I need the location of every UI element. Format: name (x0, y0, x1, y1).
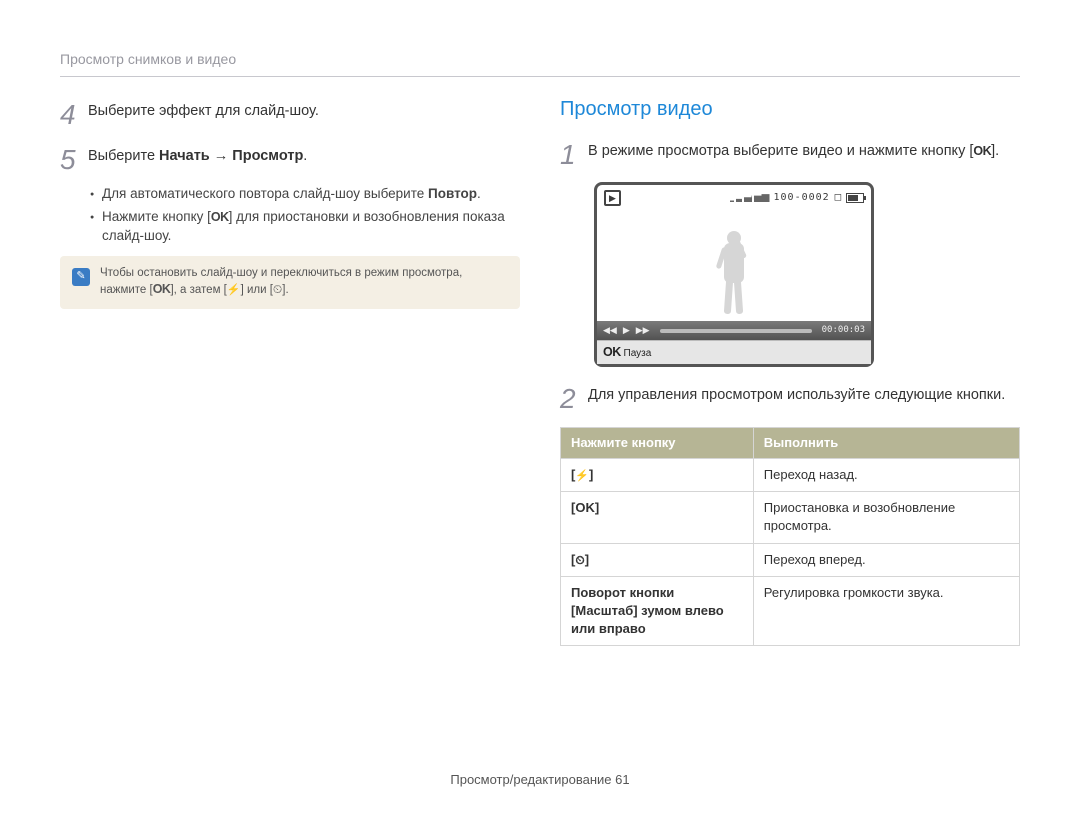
left-column: 4 Выберите эффект для слайд-шоу. 5 Выбер… (60, 95, 520, 647)
preview-top-bar: ▶ 100-0002 ◻ (597, 185, 871, 212)
note-text: Чтобы остановить слайд-шоу и переключить… (100, 266, 462, 299)
frame-counter: 100-0002 (774, 191, 830, 205)
sub-item: Нажмите кнопку [OK] для приостановки и в… (90, 208, 520, 246)
step-1: 1 В режиме просмотра выберите видео и на… (560, 135, 1020, 174)
lock-icon: ◻ (834, 191, 842, 205)
silhouette-icon (713, 231, 755, 321)
document-page: Просмотр снимков и видео 4 Выберите эффе… (0, 0, 1080, 815)
rewind-icon: ◀◀ (603, 324, 617, 337)
elapsed-time: 00:00:03 (822, 324, 865, 337)
progress-track (660, 329, 812, 333)
table-row: [] Переход назад. (561, 458, 1020, 491)
step-number: 2 (560, 379, 588, 418)
table-row: Поворот кнопки [Масштаб] зумом влево или… (561, 576, 1020, 646)
flash-icon (227, 284, 241, 296)
preview-body (597, 211, 871, 321)
page-footer: Просмотр/редактирование 61 (0, 771, 1080, 789)
action-cell: Приостановка и возобновление просмотра. (753, 492, 1019, 543)
preview-footer: OK Пауза (597, 340, 871, 365)
step-5: 5 Выберите Начать → Просмотр. (60, 140, 520, 179)
step-4: 4 Выберите эффект для слайд-шоу. (60, 95, 520, 134)
button-cell: Поворот кнопки [Масштаб] зумом влево или… (561, 576, 754, 646)
play-mode-icon: ▶ (604, 190, 621, 207)
table-row: [OK] Приостановка и возобновление просмо… (561, 492, 1020, 543)
battery-icon (846, 193, 864, 203)
sub-item: Для автоматического повтора слайд-шоу вы… (90, 185, 520, 204)
fastforward-icon: ▶▶ (636, 324, 650, 337)
note-box: ✎ Чтобы остановить слайд-шоу и переключи… (60, 256, 520, 309)
flash-icon (575, 467, 589, 482)
page-header: Просмотр снимков и видео (60, 50, 1020, 77)
step-5-sublist: Для автоматического повтора слайд-шоу вы… (60, 185, 520, 246)
button-cell: [OK] (561, 492, 754, 543)
preview-progress-bar: ◀◀ ▶ ▶▶ 00:00:03 (597, 321, 871, 340)
signal-icon (730, 194, 770, 202)
video-preview-screen: ▶ 100-0002 ◻ ◀◀ ▶ ▶▶ 00:0 (594, 182, 874, 368)
button-cell: [] (561, 458, 754, 491)
right-column: Просмотр видео 1 В режиме просмотра выбе… (560, 95, 1020, 647)
table-header: Нажмите кнопку (561, 427, 754, 458)
info-icon: ✎ (72, 268, 90, 286)
table-header: Выполнить (753, 427, 1019, 458)
step-number: 4 (60, 95, 88, 134)
action-cell: Переход вперед. (753, 543, 1019, 576)
action-cell: Переход назад. (753, 458, 1019, 491)
step-number: 5 (60, 140, 88, 179)
timer-icon (273, 284, 282, 296)
step-text: Выберите Начать → Просмотр. (88, 140, 307, 166)
page-number: 61 (615, 772, 629, 787)
button-cell: [] (561, 543, 754, 576)
timer-icon (575, 552, 584, 567)
controls-table: Нажмите кнопку Выполнить [] Переход наза… (560, 427, 1020, 647)
content-columns: 4 Выберите эффект для слайд-шоу. 5 Выбер… (60, 95, 1020, 647)
action-cell: Регулировка громкости звука. (753, 576, 1019, 646)
play-icon: ▶ (623, 324, 630, 337)
step-text: Для управления просмотром используйте сл… (588, 379, 1005, 405)
step-number: 1 (560, 135, 588, 174)
step-text: Выберите эффект для слайд-шоу. (88, 95, 319, 121)
section-title: Просмотр видео (560, 95, 1020, 123)
step-2: 2 Для управления просмотром используйте … (560, 379, 1020, 418)
table-row: [] Переход вперед. (561, 543, 1020, 576)
step-text: В режиме просмотра выберите видео и нажм… (588, 135, 999, 161)
